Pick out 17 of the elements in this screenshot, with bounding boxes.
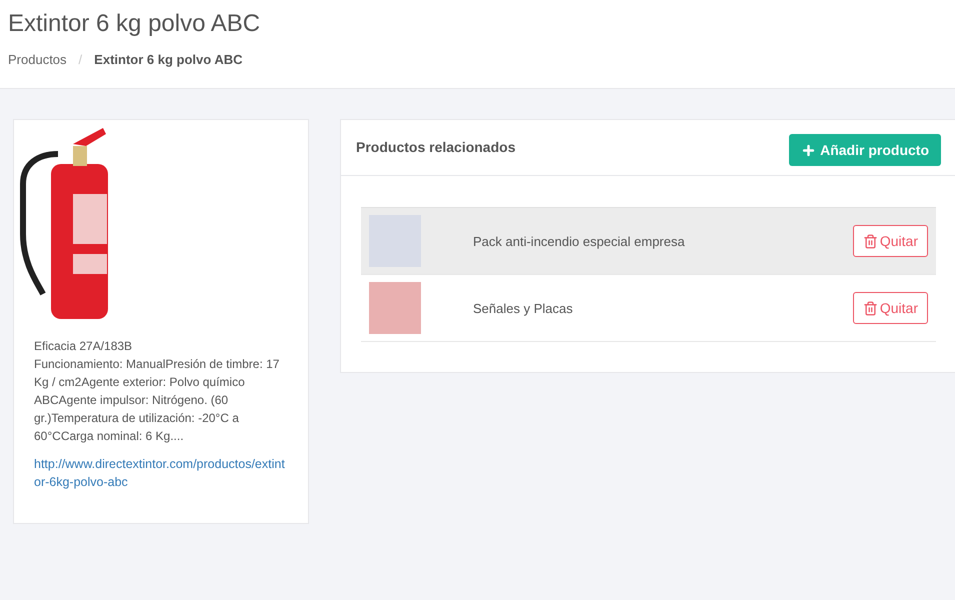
photo-placeholder — [369, 282, 421, 334]
trash-icon — [862, 234, 878, 248]
product-link[interactable]: http://www.directextintor.com/productos/extintor-6kg-polvo-abc — [34, 455, 288, 491]
description-text: Funcionamiento: ManualPresión de timbre: 17 Kg / cm2Agente exterior: Polvo químico ABCAgente impulsor: Nitrógeno. (60 gr.)Temperatura de utilización: -20°C a 60°CCarga nominal: 6 Kg.... — [34, 356, 280, 445]
breadcrumb-link[interactable]: Productos — [8, 52, 67, 67]
remove-button[interactable]: Quitar — [852, 292, 928, 324]
remove-button[interactable]: Quitar — [852, 225, 928, 257]
trash-icon — [862, 300, 878, 316]
efficacy-text: Eficacia 27A/183B — [34, 338, 134, 355]
panel-title: Productos relacionados — [356, 139, 516, 155]
plus-icon — [801, 142, 816, 158]
breadcrumb-separator: / — [78, 52, 82, 67]
breadcrumb-current: Extintor 6 kg polvo ABC — [94, 52, 242, 67]
page-title: Extintor 6 kg polvo ABC — [8, 10, 262, 38]
product-name: Señales y Placas — [473, 300, 574, 316]
product-name: Pack anti-incendio especial empresa — [473, 234, 686, 248]
add-product-button[interactable]: Añadir producto — [789, 134, 941, 166]
